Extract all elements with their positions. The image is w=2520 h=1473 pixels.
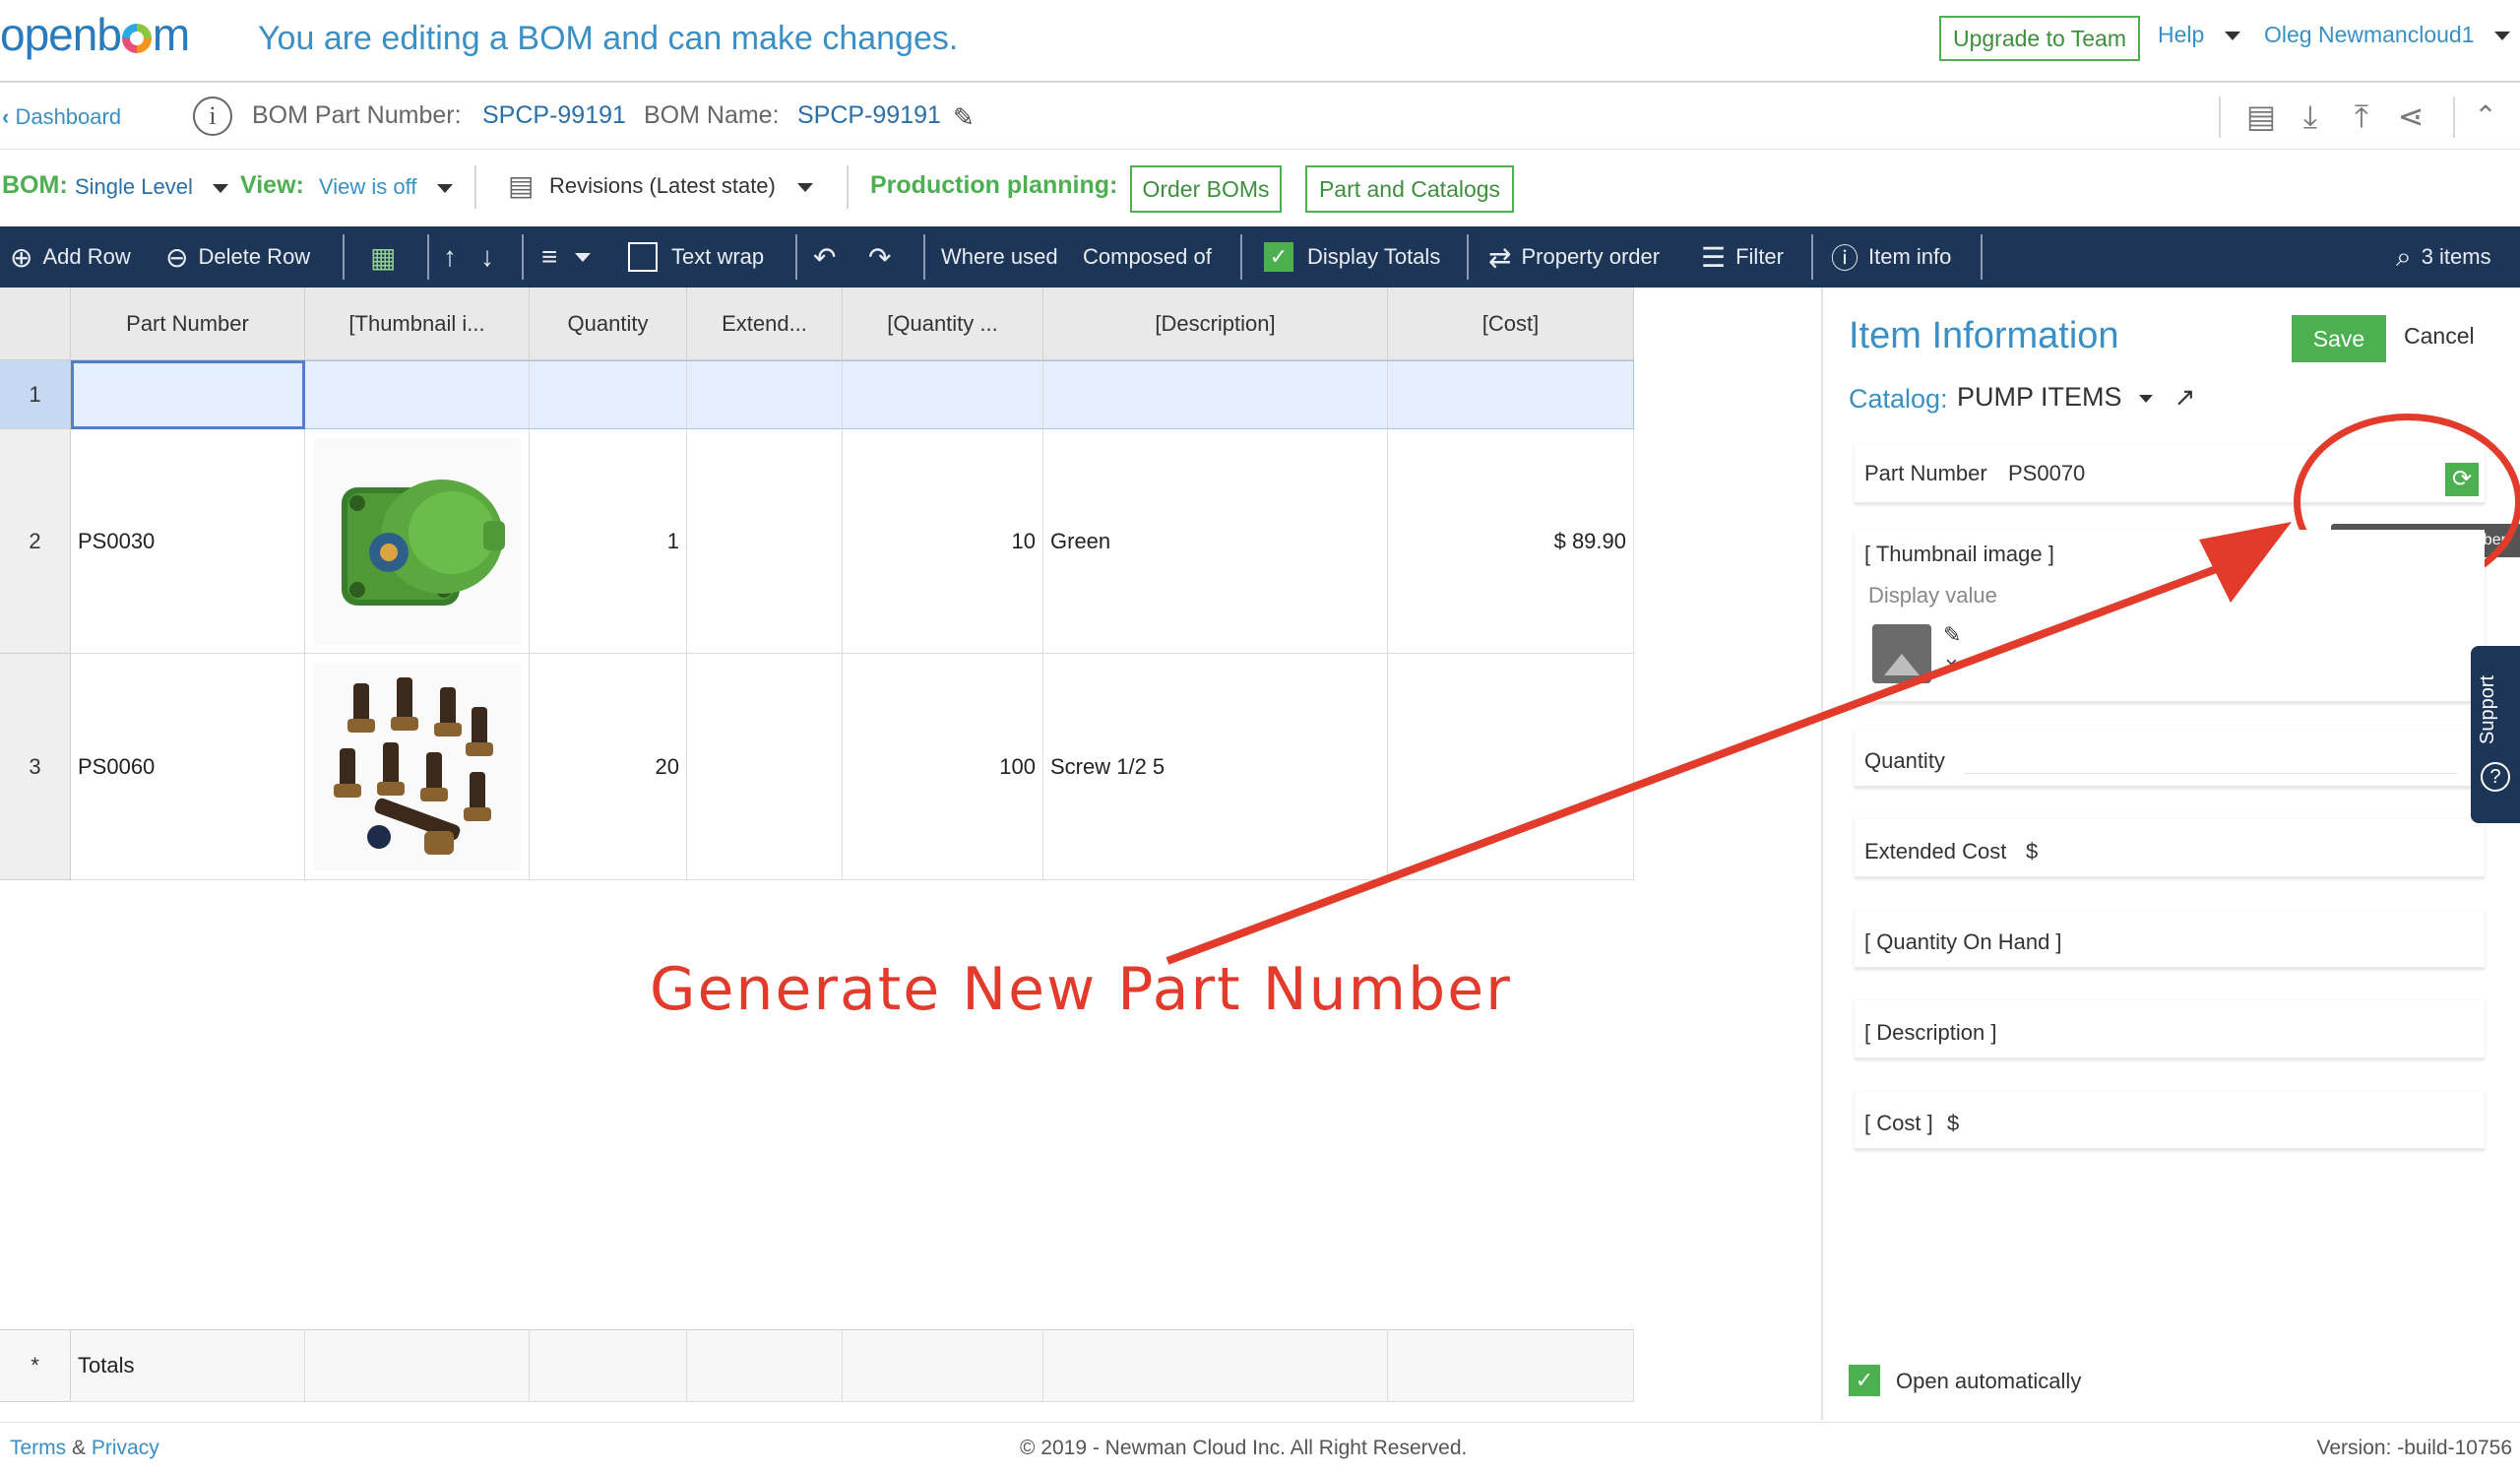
version: Version: -build-10756 — [2316, 1437, 2512, 1459]
arrow-shaft — [1166, 561, 2229, 965]
legal-links: Terms & Privacy — [10, 1437, 159, 1460]
privacy-link[interactable]: Privacy — [92, 1437, 159, 1459]
page-footer: Terms & Privacy © 2019 - Newman Cloud In… — [0, 1422, 2520, 1473]
ampersand: & — [72, 1437, 87, 1459]
arrow-head — [2199, 522, 2292, 603]
terms-link[interactable]: Terms — [10, 1437, 66, 1459]
annotation-arrow — [1166, 522, 2292, 965]
copyright: © 2019 - Newman Cloud Inc. All Right Res… — [1020, 1437, 1468, 1459]
annotation-text: Generate New Part Number — [650, 955, 1512, 1024]
